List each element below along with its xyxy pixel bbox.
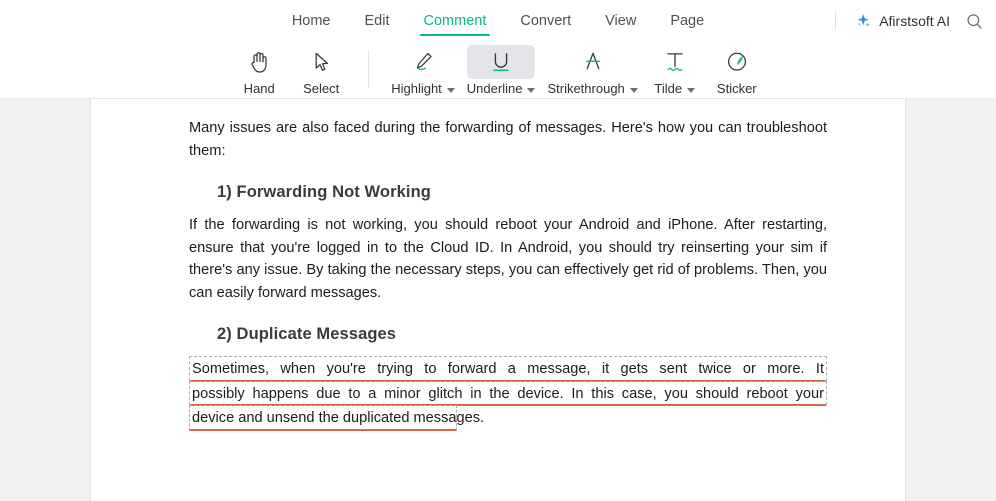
annotation-line-text: Sometimes, when you're trying to forward… [192,361,824,377]
section-1-heading: 1) Forwarding Not Working [217,183,431,201]
strikethrough-tool-iconbox [547,45,637,79]
cursor-icon [315,52,329,71]
annotation-line[interactable]: possibly happens due to a minor glitch i… [189,380,827,406]
sticker-leaf-icon [727,52,746,71]
menu-tab-edit[interactable]: Edit [365,0,390,42]
menu-tab-page[interactable]: Page [670,0,704,42]
annotation-line[interactable]: Sometimes, when you're trying to forward… [189,356,827,381]
underline-tool-label: Underline [467,80,536,98]
chevron-down-icon[interactable] [687,87,696,93]
hand-tool-iconbox [228,45,290,79]
application-window: Home Edit Comment Convert View Page Afir… [0,0,996,501]
highlight-tool-label: Highlight [391,80,455,98]
sticker-tool-label: Sticker [716,81,757,96]
strikethrough-tool-label: Strikethrough [547,80,638,98]
underline-tool-button[interactable]: Underline [461,42,542,98]
toolbar-divider [368,50,370,88]
annotation-line-text: device and unsend the duplicated message… [192,410,485,426]
select-tool-label: Select [303,81,340,96]
menu-bar-right-group: Afirstsoft AI [835,0,986,42]
annotation-line-text: possibly happens due to a minor glitch i… [192,385,824,402]
select-tool-button[interactable]: Select [290,42,352,98]
tilde-tool-iconbox [650,45,700,79]
underline-annotation-selection[interactable]: Sometimes, when you're trying to forward… [189,356,827,431]
highlight-tool-button[interactable]: Highlight [385,42,461,98]
select-tool-iconbox [290,45,352,79]
highlight-tool-iconbox [391,45,455,79]
tilde-tool-label: Tilde [654,80,696,98]
hand-tool-button[interactable]: Hand [228,42,290,98]
toolbar-group-navigation: Hand Select Highlight Underline Striketh… [228,42,768,99]
afirstsoft-ai-label: Afirstsoft AI [879,13,950,29]
afirstsoft-ai-button[interactable]: Afirstsoft AI [852,9,952,33]
menu-divider [835,12,837,30]
sparkle-icon [854,12,872,30]
strikethrough-tool-button[interactable]: Strikethrough [541,42,643,98]
menu-tab-view[interactable]: View [605,0,636,42]
intro-paragraph: Many issues are also faced during the fo… [189,120,827,159]
chevron-down-icon[interactable] [527,87,536,93]
menu-tab-home[interactable]: Home [292,0,331,42]
hand-icon [251,52,267,73]
chevron-down-icon[interactable] [629,87,638,93]
menu-tab-convert[interactable]: Convert [520,0,571,42]
tilde-icon [667,53,683,72]
chevron-down-icon[interactable] [446,87,455,93]
strikethrough-icon [585,52,600,70]
section-2-heading: 2) Duplicate Messages [217,325,397,343]
annotation-line[interactable]: device and unsend the duplicated message… [189,405,485,431]
document-viewport[interactable]: Many issues are also faced during the fo… [0,99,996,501]
highlight-pen-icon [416,52,432,71]
sticker-tool-button[interactable]: Sticker [706,42,768,98]
search-icon[interactable] [962,9,986,33]
underline-icon [493,53,509,72]
menu-bar: Home Edit Comment Convert View Page Afir… [0,0,996,42]
hand-tool-label: Hand [243,81,275,96]
annotation-toolbar: Hand Select Highlight Underline Striketh… [0,42,996,99]
tilde-tool-button[interactable]: Tilde [644,42,706,98]
section-1-paragraph: If the forwarding is not working, you sh… [189,217,827,301]
menu-tab-comment[interactable]: Comment [419,0,491,42]
sticker-tool-iconbox [706,45,768,79]
pdf-page[interactable]: Many issues are also faced during the fo… [90,99,906,501]
underline-tool-iconbox [466,45,536,79]
